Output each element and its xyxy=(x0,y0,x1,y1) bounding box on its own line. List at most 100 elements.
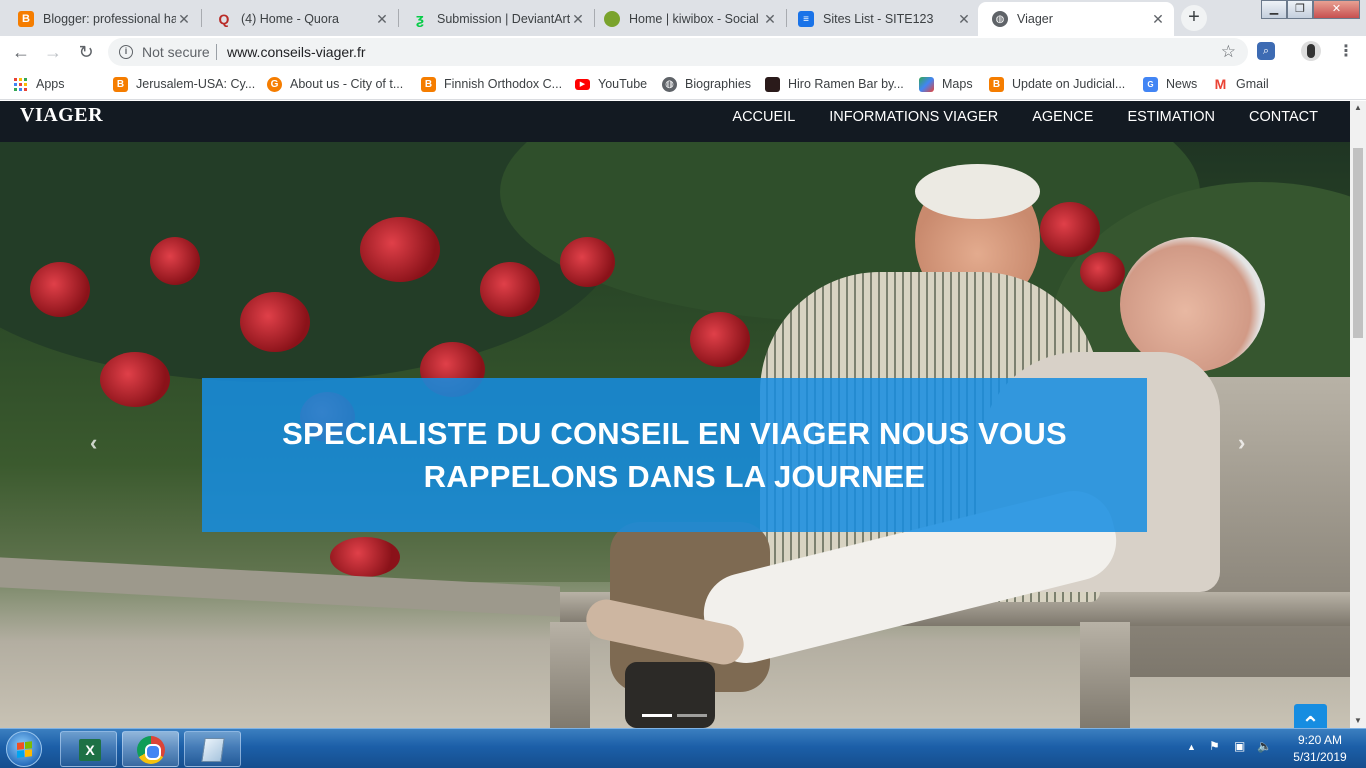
apps-grid-icon xyxy=(14,77,27,91)
start-button[interactable] xyxy=(6,731,42,767)
volume-icon[interactable]: 🔈 xyxy=(1257,739,1272,753)
tab-title: (4) Home - Quora xyxy=(241,12,339,26)
nav-informations-viager[interactable]: INFORMATIONS VIAGER xyxy=(795,101,998,133)
tab-title: Submission | DeviantArt xyxy=(437,12,570,26)
taskbar-notepad[interactable] xyxy=(184,731,241,767)
minimize-button[interactable]: ▁ xyxy=(1261,0,1287,19)
tab-title: Sites List - SITE123 xyxy=(823,12,934,26)
web-page: VIAGER ACCUEIL INFORMATIONS VIAGER AGENC… xyxy=(0,101,1350,728)
nav-accueil[interactable]: ACCUEIL xyxy=(698,101,795,133)
bookmark-label: About us - City of t... xyxy=(290,77,404,91)
maps-icon xyxy=(919,76,934,92)
carousel-prev-icon[interactable]: ‹ xyxy=(90,430,97,456)
security-status[interactable]: Not secure xyxy=(142,44,210,60)
close-tab-icon[interactable]: ✕ xyxy=(956,11,972,28)
bookmark-star-icon[interactable]: ☆ xyxy=(1221,42,1236,62)
tab-site123[interactable]: ≡ Sites List - SITE123 ✕ xyxy=(784,2,980,36)
taskbar-chrome[interactable] xyxy=(122,731,179,767)
globe-icon: ◍ xyxy=(662,76,677,92)
carousel-indicators xyxy=(642,714,707,717)
scroll-up-icon[interactable]: ▲ xyxy=(1350,101,1366,115)
g-icon: G xyxy=(267,76,282,92)
bookmark-biographies[interactable]: ◍ Biographies xyxy=(662,75,751,93)
close-window-button[interactable]: ✕ xyxy=(1313,0,1360,19)
blogger-icon: B xyxy=(113,76,128,92)
clock-time: 9:20 AM xyxy=(1297,733,1343,747)
extension-icon[interactable]: ⌕ xyxy=(1257,42,1275,60)
carousel-indicator[interactable] xyxy=(677,714,707,717)
bookmark-finnish-orthodox[interactable]: B Finnish Orthodox C... xyxy=(421,75,562,93)
news-icon: G xyxy=(1143,76,1158,92)
tab-kiwibox[interactable]: Home | kiwibox - Social ✕ xyxy=(590,2,786,36)
bookmark-label: Apps xyxy=(36,77,65,91)
close-tab-icon[interactable]: ✕ xyxy=(176,11,192,28)
show-hidden-icons[interactable]: ▲ xyxy=(1187,742,1196,752)
tab-quora[interactable]: Q (4) Home - Quora ✕ xyxy=(202,2,398,36)
tab-blogger[interactable]: B Blogger: professional ha ✕ xyxy=(4,2,200,36)
carousel-next-icon[interactable]: › xyxy=(1238,430,1245,456)
url-text[interactable]: www.conseils-viager.fr xyxy=(227,44,366,60)
site-navbar: VIAGER ACCUEIL INFORMATIONS VIAGER AGENC… xyxy=(0,101,1350,142)
globe-icon: ◍ xyxy=(992,11,1008,27)
bookmark-jerusalem[interactable]: B Jerusalem-USA: Cy... xyxy=(113,75,255,93)
tab-title: Blogger: professional ha xyxy=(43,12,176,26)
bookmark-label: Maps xyxy=(942,77,973,91)
close-tab-icon[interactable]: ✕ xyxy=(762,11,778,28)
bookmark-youtube[interactable]: ▶ YouTube xyxy=(575,75,647,93)
back-arrow-icon[interactable]: ← xyxy=(9,40,33,64)
tab-strip: B Blogger: professional ha ✕ Q (4) Home … xyxy=(0,0,1366,36)
nav-contact[interactable]: CONTACT xyxy=(1215,101,1318,133)
action-center-flag-icon[interactable]: ⚑ xyxy=(1209,739,1220,753)
tab-title: Viager xyxy=(1017,12,1053,26)
page-scrollbar[interactable]: ▲ ▼ xyxy=(1350,101,1366,728)
close-tab-icon[interactable]: ✕ xyxy=(374,11,390,28)
network-icon[interactable]: ▣ xyxy=(1234,739,1245,753)
taskbar: X ▲ ⚑ ▣ 🔈 9:20 AM 5/31/2019 xyxy=(0,728,1366,768)
hero-caption: SPECIALISTE DU CONSEIL EN VIAGER NOUS VO… xyxy=(282,416,1067,494)
maximize-button[interactable]: ❐ xyxy=(1287,0,1313,19)
forward-arrow-icon[interactable]: → xyxy=(41,40,65,64)
menu-icon[interactable]: ⋮ xyxy=(1338,42,1354,62)
address-bar[interactable]: i Not secure www.conseils-viager.fr ☆ xyxy=(108,38,1248,66)
nav-estimation[interactable]: ESTIMATION xyxy=(1093,101,1215,133)
site-logo[interactable]: VIAGER xyxy=(20,104,103,127)
hiro-icon xyxy=(765,76,780,92)
windows-logo-icon xyxy=(17,741,33,758)
bookmark-maps[interactable]: Maps xyxy=(919,75,973,93)
deviantart-icon: ƺ xyxy=(416,10,424,28)
bookmark-label: Hiro Ramen Bar by... xyxy=(788,77,904,91)
bookmark-label: Gmail xyxy=(1236,77,1269,91)
bookmark-label: YouTube xyxy=(598,77,648,91)
quora-icon: Q xyxy=(218,11,230,27)
bookmark-news[interactable]: G News xyxy=(1143,75,1197,93)
site123-icon: ≡ xyxy=(798,11,814,27)
reload-icon[interactable]: ↻ xyxy=(74,40,98,64)
carousel-indicator[interactable] xyxy=(642,714,672,717)
profile-avatar[interactable] xyxy=(1301,41,1321,61)
close-tab-icon[interactable]: ✕ xyxy=(570,11,586,28)
bookmark-hiro-ramen[interactable]: Hiro Ramen Bar by... xyxy=(765,75,904,93)
hero-carousel: ‹ › SPECIALISTE DU CONSEIL EN VIAGER NOU… xyxy=(0,142,1350,728)
nav-agence[interactable]: AGENCE xyxy=(998,101,1093,133)
tab-deviantart[interactable]: ƺ Submission | DeviantArt ✕ xyxy=(398,2,594,36)
kiwibox-icon xyxy=(604,11,620,27)
system-clock[interactable]: 9:20 AM 5/31/2019 xyxy=(1285,732,1355,766)
new-tab-button[interactable]: + xyxy=(1181,5,1207,31)
hero-caption-box: SPECIALISTE DU CONSEIL EN VIAGER NOUS VO… xyxy=(202,378,1147,532)
scrollbar-thumb[interactable] xyxy=(1353,148,1363,338)
scroll-down-icon[interactable]: ▼ xyxy=(1350,714,1366,728)
bookmark-about-us[interactable]: G About us - City of t... xyxy=(267,75,403,93)
bookmark-label: Jerusalem-USA: Cy... xyxy=(136,77,256,91)
info-icon[interactable]: i xyxy=(119,45,133,59)
scroll-to-top-button[interactable]: ⌃ xyxy=(1294,704,1327,728)
close-tab-icon[interactable]: ✕ xyxy=(1150,11,1166,28)
bookmark-gmail[interactable]: M Gmail xyxy=(1213,75,1269,93)
bookmark-apps[interactable]: Apps xyxy=(14,75,65,93)
tab-title: Home | kiwibox - Social xyxy=(629,12,759,26)
blogger-icon: B xyxy=(421,76,436,92)
taskbar-excel[interactable]: X xyxy=(60,731,117,767)
bookmarks-bar: Apps B Jerusalem-USA: Cy... G About us -… xyxy=(0,68,1366,100)
bookmark-judicial[interactable]: B Update on Judicial... xyxy=(989,75,1125,93)
gmail-icon: M xyxy=(1214,76,1227,92)
tab-viager[interactable]: ◍ Viager ✕ xyxy=(978,2,1174,36)
